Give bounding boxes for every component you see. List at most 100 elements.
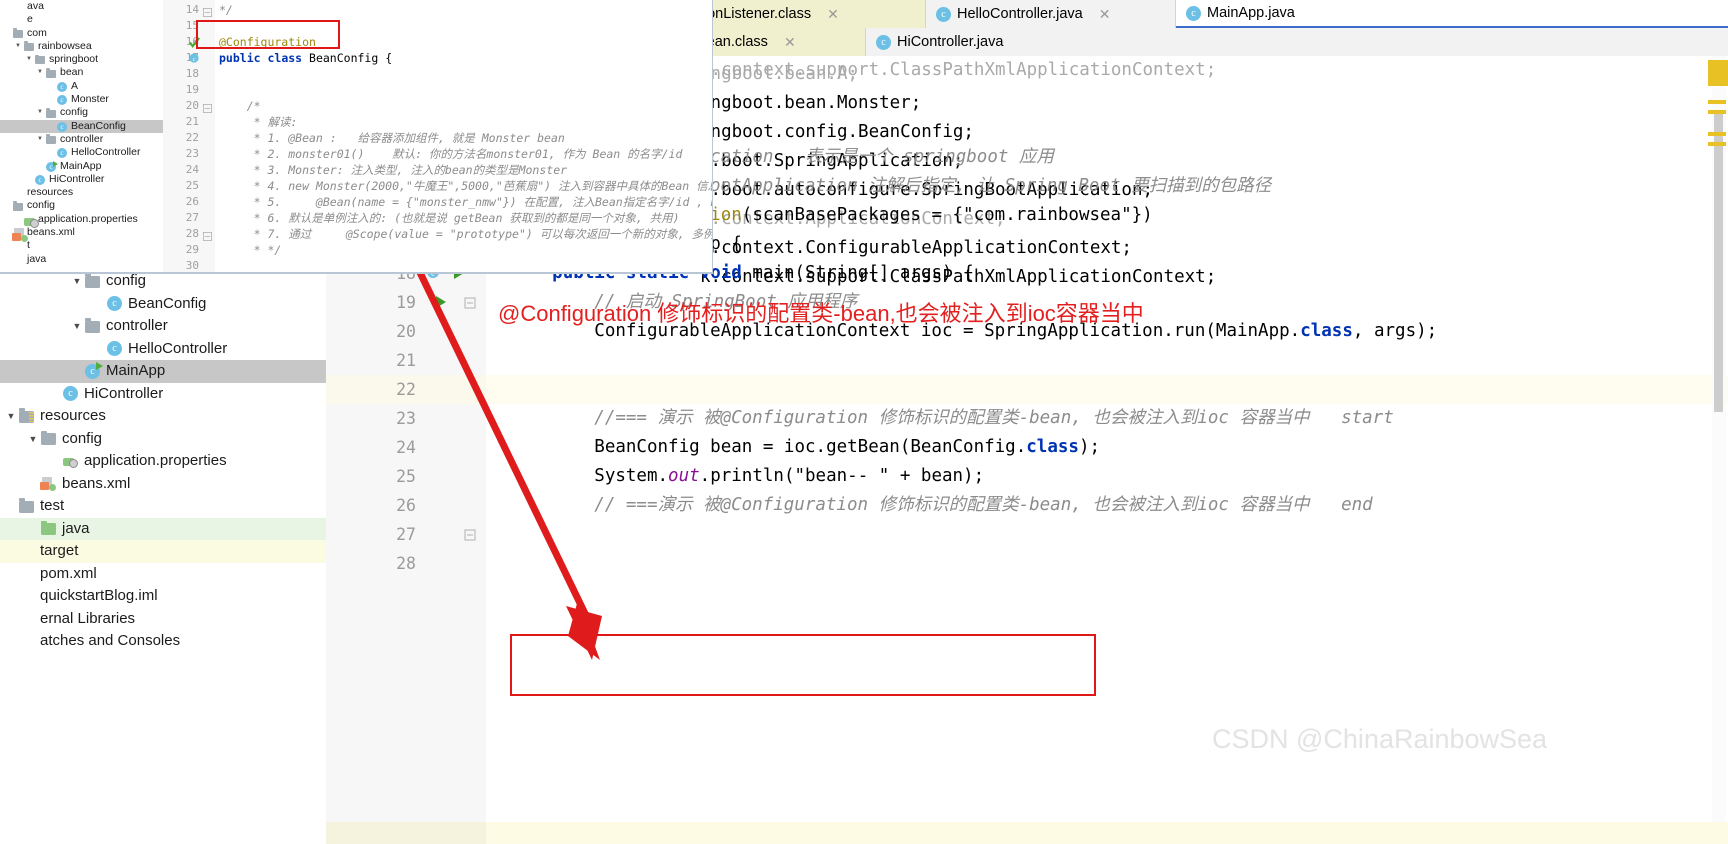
tree-item[interactable]: ▼ controller — [0, 315, 326, 338]
inset-code-line[interactable]: * 1. @Bean : 给容器添加组件, 就是 Monster bean — [219, 130, 565, 146]
line-number: 24 — [396, 438, 416, 457]
inset-tree-item[interactable]: c Monster — [0, 93, 163, 106]
scrollbar-marker[interactable] — [1708, 132, 1726, 136]
inset-code-line[interactable]: */ — [219, 2, 233, 18]
close-icon[interactable]: ✕ — [1099, 6, 1111, 23]
code-line[interactable]: BeanConfig bean = ioc.getBean(BeanConfig… — [510, 433, 1100, 462]
inset-tree-item[interactable]: ava — [0, 0, 163, 13]
inset-tree-item[interactable]: e — [0, 13, 163, 26]
code-line[interactable]: // ===演示 被@Configuration 修饰标识的配置类-bean, … — [510, 491, 1372, 520]
inset-tree-item[interactable]: beans.xml — [0, 226, 163, 243]
inset-tree-item[interactable]: cA — [0, 80, 163, 93]
inset-tree-item[interactable]: config — [0, 199, 163, 212]
runnable-class-icon[interactable]: c — [189, 51, 200, 69]
inset-line-number: 23 — [185, 147, 199, 160]
tree-item[interactable]: c MainApp — [0, 360, 326, 383]
inset-code-line[interactable]: * */ — [219, 242, 282, 258]
inset-tree-item[interactable]: ▼ controller — [0, 133, 163, 146]
inset-code-line[interactable]: * 5. @Bean(name = {"monster_nmw"}) 在配置, … — [219, 194, 712, 210]
expand-arrow-icon[interactable]: ▼ — [70, 315, 84, 338]
scrollbar-marker[interactable] — [1708, 60, 1728, 86]
fold-icon[interactable] — [464, 296, 476, 314]
inset-tree-item[interactable]: java — [0, 253, 163, 266]
tree-item[interactable]: test — [0, 495, 326, 518]
inset-tree-item[interactable]: application.properties — [0, 213, 163, 228]
fold-icon[interactable] — [203, 100, 212, 118]
inset-tree-item[interactable]: ▼ springboot — [0, 53, 163, 66]
fold-icon[interactable] — [464, 528, 476, 546]
editor-scrollbar-thumb[interactable] — [1714, 112, 1723, 412]
code-line[interactable]: System.out.println("bean-- " + bean); — [510, 462, 984, 491]
tree-item-label: BeanConfig — [128, 294, 207, 312]
inset-code-line[interactable]: * 6. 默认是单例注入的: (也就是说 getBean 获取到的都是同一个对象… — [219, 210, 680, 226]
scrollbar-marker[interactable] — [1708, 110, 1726, 114]
inset-tree-item[interactable]: com — [0, 27, 163, 40]
inset-code-line[interactable]: * 解读: — [219, 114, 298, 130]
tree-item[interactable]: ▼ config — [0, 428, 326, 451]
inset-tree-item-label: java — [27, 252, 47, 265]
inset-tree-item-label: config — [60, 106, 89, 119]
properties-file-icon — [23, 214, 39, 228]
inset-tree-item[interactable]: resources — [0, 186, 163, 199]
tree-item[interactable]: beans.xml — [0, 473, 326, 496]
inset-code-line[interactable]: * 7. 通过 @Scope(value = "prototype") 可以每次… — [219, 226, 712, 242]
inset-tree-item[interactable]: c BeanConfig — [0, 119, 163, 133]
scrollbar-marker[interactable] — [1708, 100, 1726, 104]
editor-tab[interactable]: c HelloController.java ✕ — [926, 0, 1176, 28]
inset-tree-item-label: BeanConfig — [71, 119, 126, 132]
expand-arrow-icon[interactable]: ▼ — [4, 405, 18, 428]
tree-item[interactable]: ▼ resources — [0, 405, 326, 428]
inset-tree-item-label: bean — [60, 66, 84, 79]
tree-item[interactable]: c HiController — [0, 383, 326, 406]
tree-item[interactable]: java — [0, 517, 326, 540]
project-tree-panel[interactable]: ▼ config c BeanConfig ▼ controller c HelloContr… — [0, 270, 326, 844]
folder-icon — [12, 200, 24, 212]
line-number: 21 — [396, 351, 416, 370]
tree-item[interactable]: pom.xml — [0, 563, 326, 586]
inset-code-line[interactable]: /* — [219, 98, 261, 114]
tree-item[interactable]: c BeanConfig — [0, 293, 326, 316]
scrollbar-marker[interactable] — [1708, 142, 1726, 146]
expand-arrow-icon[interactable]: ▼ — [26, 428, 40, 451]
tree-item[interactable]: application.properties — [0, 450, 326, 473]
inset-tree-item[interactable]: ▼ rainbowsea — [0, 40, 163, 53]
inset-tree-item[interactable]: ▼ bean — [0, 66, 163, 79]
close-icon[interactable]: ✕ — [827, 6, 839, 23]
tree-item-label: resources — [40, 407, 106, 424]
class-icon: c — [34, 174, 46, 185]
folder-icon — [35, 54, 45, 65]
code-line[interactable]: //=== 演示 被@Configuration 修饰标识的配置类-bean, … — [510, 404, 1393, 433]
class-icon: c — [57, 148, 67, 159]
inset-tree-item[interactable]: c HiController — [0, 173, 163, 186]
inset-tree-item[interactable]: ▼ config — [0, 106, 163, 119]
inset-tree-item-label: resources — [27, 186, 74, 199]
no-icon — [12, 14, 24, 25]
inset-code-line[interactable]: * 3. Monster: 注入类型, 注入的bean的类型是Monster — [219, 162, 567, 178]
inset-tree-item[interactable]: c HelloController — [0, 146, 163, 159]
inset-project-tree[interactable]: ava e com ▼ rainbowsea ▼ springboot ▼ bean c Ac Mon… — [0, 0, 163, 272]
red-highlight-box — [510, 634, 1096, 696]
inset-tree-item[interactable]: c MainApp — [0, 160, 163, 173]
tree-item[interactable]: c HelloController — [0, 338, 326, 361]
close-icon[interactable]: ✕ — [784, 34, 796, 51]
editor-tab[interactable]: c MainApp.java — [1176, 0, 1728, 28]
tree-item[interactable]: atches and Consoles — [0, 630, 326, 653]
inset-code-line[interactable]: * 2. monster01() 默认: 你的方法名monster01, 作为 … — [219, 146, 683, 162]
tree-item[interactable]: quickstartBlog.iml — [0, 585, 326, 608]
expand-arrow-icon[interactable]: ▼ — [13, 40, 23, 53]
no-icon — [12, 187, 24, 198]
expand-arrow-icon[interactable]: ▼ — [35, 133, 45, 146]
inset-tree-item[interactable] — [0, 266, 163, 272]
run-gutter-icon[interactable] — [434, 295, 448, 314]
inset-code-line[interactable]: public class BeanConfig { — [219, 50, 392, 66]
expand-arrow-icon[interactable]: ▼ — [24, 53, 34, 66]
tree-item[interactable]: ernal Libraries — [0, 608, 326, 631]
expand-arrow-icon[interactable]: ▼ — [35, 66, 45, 79]
fold-icon[interactable] — [203, 228, 212, 246]
tree-item[interactable]: target — [0, 540, 326, 563]
expand-arrow-icon[interactable]: ▼ — [35, 106, 45, 119]
code-line[interactable]: k.context.support.ClassPathXmlApplicatio… — [700, 56, 1216, 85]
tree-item-label: beans.xml — [62, 474, 131, 492]
inset-code-line[interactable]: * 4. new Monster(2000,"牛魔王",5000,"芭蕉扇") … — [219, 178, 712, 194]
editor-tab[interactable]: c HiController.java — [866, 28, 1728, 56]
